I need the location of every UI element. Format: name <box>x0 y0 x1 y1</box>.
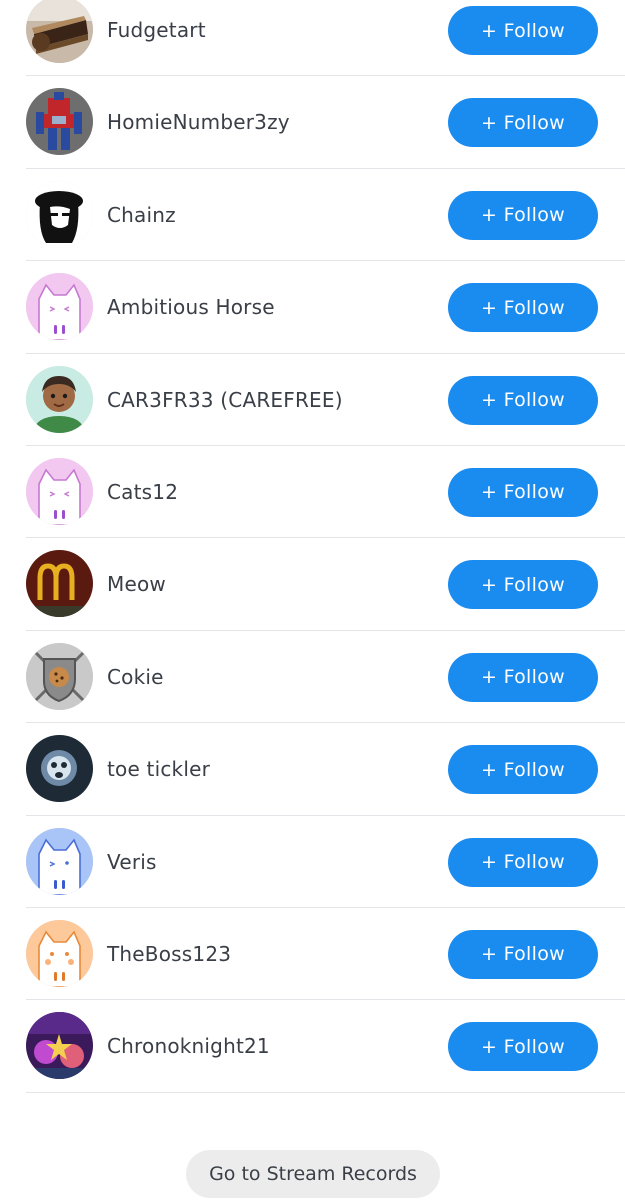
follow-button[interactable]: + Follow <box>448 560 598 610</box>
follow-button[interactable]: + Follow <box>448 375 598 425</box>
cake-photo-avatar[interactable] <box>26 0 93 63</box>
default-cat-orange-avatar[interactable] <box>26 919 93 987</box>
follow-button[interactable]: + Follow <box>448 837 598 887</box>
game-art-avatar[interactable] <box>26 1012 93 1080</box>
sketch-portrait-avatar[interactable] <box>26 180 93 248</box>
following-list: Fudgetart + Follow HomieNumber3zy + Foll… <box>0 0 625 1093</box>
username[interactable]: HomieNumber3zy <box>107 76 290 168</box>
username[interactable]: Veris <box>107 816 157 908</box>
list-item[interactable]: toe tickler + Follow <box>26 723 625 816</box>
username[interactable]: Chronoknight21 <box>107 1000 270 1092</box>
follow-button[interactable]: + Follow <box>448 98 598 148</box>
follow-button[interactable]: + Follow <box>448 6 598 55</box>
username[interactable]: CAR3FR33 (CAREFREE) <box>107 354 343 446</box>
username[interactable]: Meow <box>107 538 166 630</box>
default-cat-blue-avatar[interactable] <box>26 827 93 895</box>
glowing-face-avatar[interactable] <box>26 735 93 803</box>
username[interactable]: Ambitious Horse <box>107 261 275 353</box>
robot-toy-avatar[interactable] <box>26 88 93 156</box>
follow-button[interactable]: + Follow <box>448 467 598 517</box>
default-cat-pink-avatar[interactable] <box>26 273 93 341</box>
follow-button[interactable]: + Follow <box>448 929 598 979</box>
username[interactable]: Cokie <box>107 631 164 723</box>
drawn-character-avatar[interactable] <box>26 365 93 433</box>
list-item[interactable]: Ambitious Horse + Follow <box>26 261 625 354</box>
list-item[interactable]: CAR3FR33 (CAREFREE) + Follow <box>26 354 625 446</box>
list-item[interactable]: Chronoknight21 + Follow <box>26 1000 625 1093</box>
cookie-shield-avatar[interactable] <box>26 642 93 710</box>
username[interactable]: toe tickler <box>107 723 210 815</box>
golden-arches-avatar[interactable] <box>26 550 93 618</box>
username[interactable]: Fudgetart <box>107 0 206 76</box>
follow-button[interactable]: + Follow <box>448 652 598 702</box>
default-cat-pink-avatar[interactable] <box>26 457 93 525</box>
username[interactable]: Cats12 <box>107 446 178 538</box>
list-item[interactable]: TheBoss123 + Follow <box>26 908 625 1001</box>
follow-button[interactable]: + Follow <box>448 283 598 333</box>
list-item[interactable]: Cats12 + Follow <box>26 446 625 539</box>
username[interactable]: TheBoss123 <box>107 908 231 1000</box>
list-item[interactable]: Veris + Follow <box>26 816 625 908</box>
list-item[interactable]: Meow + Follow <box>26 538 625 631</box>
follow-button[interactable]: + Follow <box>448 190 598 240</box>
list-item[interactable]: Fudgetart + Follow <box>26 0 625 77</box>
list-item[interactable]: Chainz + Follow <box>26 169 625 262</box>
follow-button[interactable]: + Follow <box>448 1022 598 1072</box>
stream-records-button[interactable]: Go to Stream Records <box>186 1150 440 1198</box>
list-item[interactable]: HomieNumber3zy + Follow <box>26 76 625 169</box>
username[interactable]: Chainz <box>107 169 176 261</box>
follow-button[interactable]: + Follow <box>448 745 598 795</box>
list-item[interactable]: Cokie + Follow <box>26 631 625 724</box>
